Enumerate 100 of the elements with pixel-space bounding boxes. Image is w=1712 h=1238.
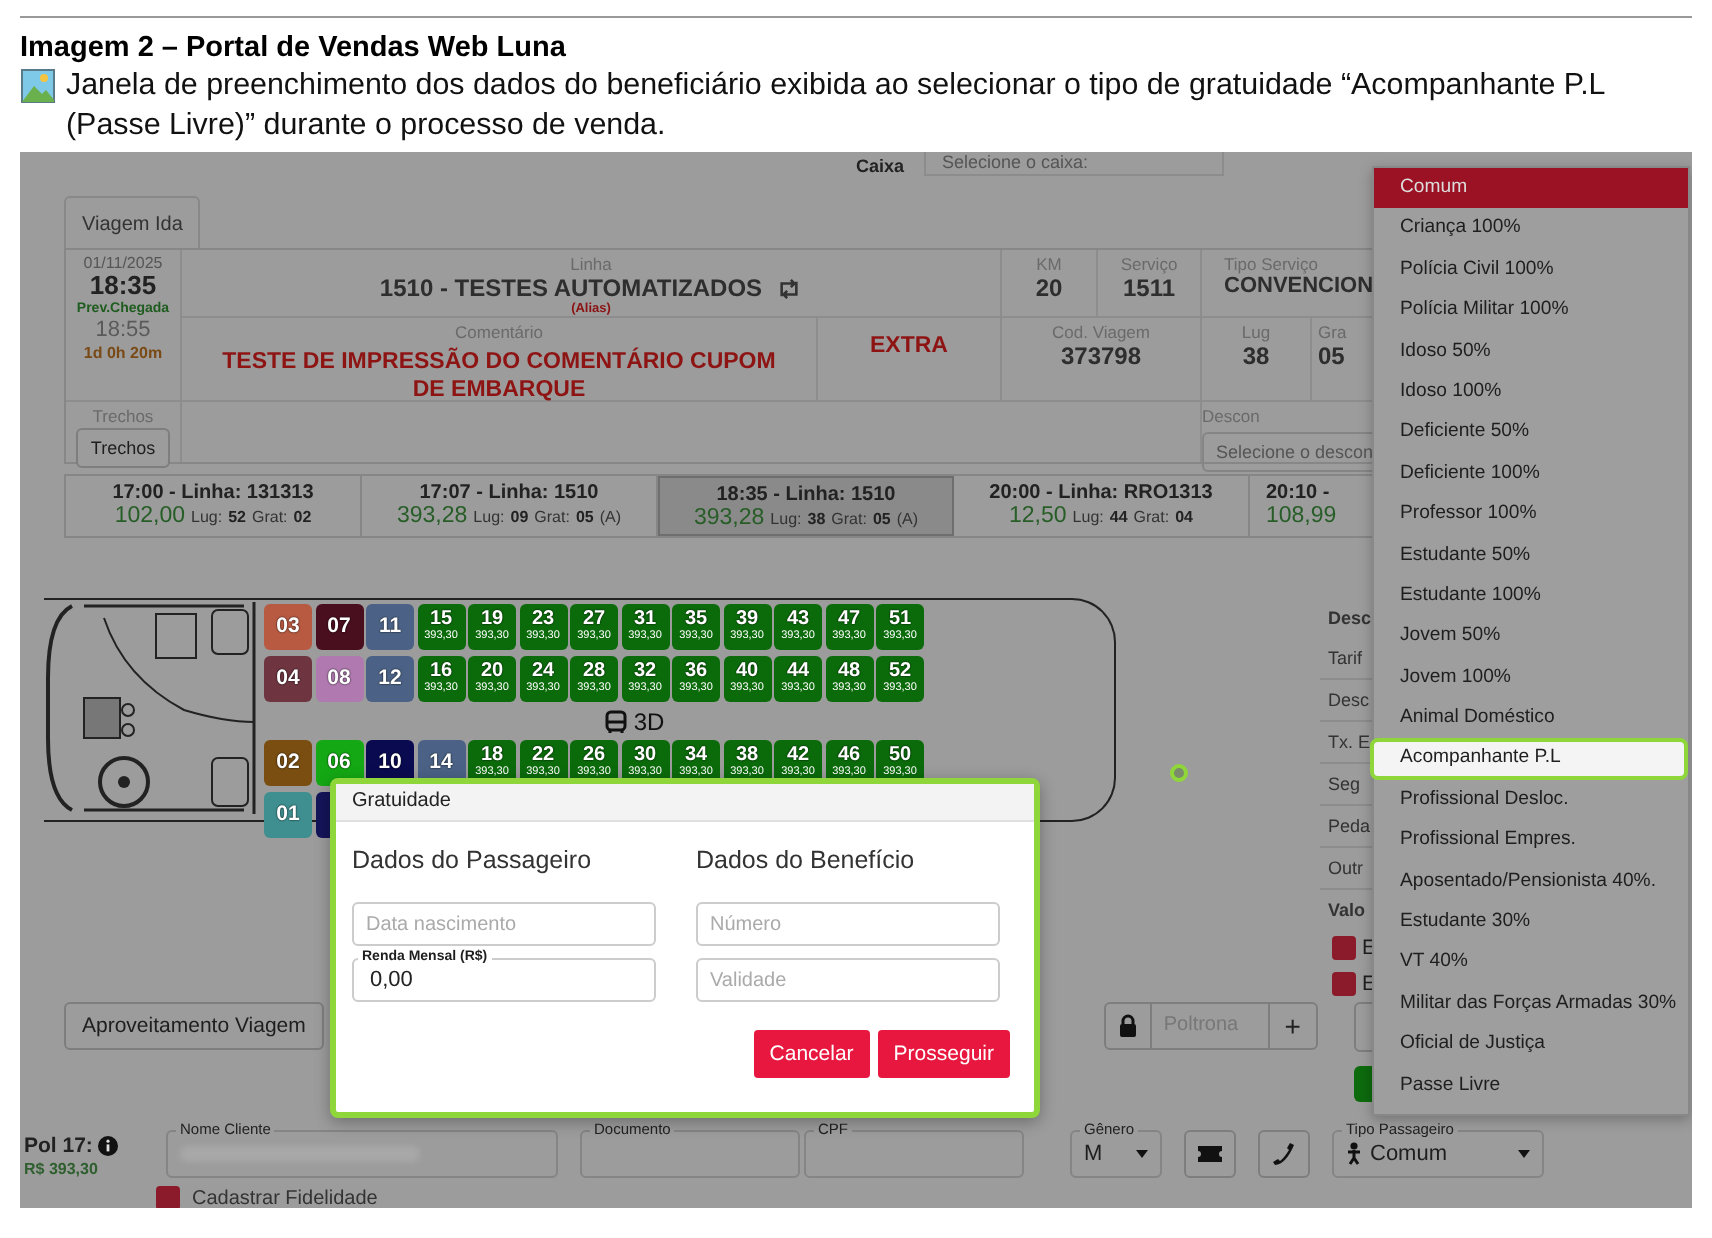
extra-label: EXTRA [868,334,950,362]
departure-card[interactable]: 18:35 - Linha: 1510 393,28 Lug: 38 Grat: 05 (A) [658,476,954,536]
menu-item[interactable]: VT 40% [1374,942,1688,984]
checkbox[interactable] [156,1186,180,1208]
deck-label[interactable]: 3D [633,707,665,735]
seat[interactable]: 11 [366,604,414,650]
menu-item[interactable]: Polícia Civil 100% [1374,249,1688,291]
menu-item[interactable]: Estudante 30% [1374,902,1688,943]
image-icon [20,68,56,104]
departure-title: 18:35 - Linha: 1510 [714,484,898,506]
swap-icon[interactable] [776,277,803,299]
info-icon[interactable] [98,1136,119,1156]
menu-item[interactable]: Jovem 50% [1374,616,1688,658]
validity-field[interactable]: Validade [696,958,1000,1002]
menu-item[interactable]: Oficial de Justiça [1374,1024,1688,1066]
cancel-button[interactable]: Cancelar [753,1030,870,1078]
bus-icon [603,709,628,733]
departure-title: 20:10 - [1266,482,1330,504]
figure-caption: Janela de preenchimento dos dados do beneficiário exibida ao selecionar o tipo de gratuidade “Acompanhante P.L (Passe Livre)” durante o processo de venda. [66,66,1607,146]
phone-icon [1272,1142,1296,1166]
lug-label: Lug: [770,510,802,528]
linha-value: 1510 - TESTES AUTOMATIZADOS [379,274,763,302]
servico-value: 1511 [1120,274,1178,302]
menu-item[interactable]: Profissional Empres. [1374,820,1688,862]
seat-price: R$ 393,30 [24,1160,100,1178]
trip-time: 18:35 [87,272,159,301]
birth-date-field[interactable]: Data nascimento [352,902,656,946]
proceed-button[interactable]: Prosseguir [877,1030,1010,1078]
seat[interactable]: 12 [366,656,414,702]
caret-icon [1136,1150,1148,1158]
phone-button[interactable] [1258,1130,1310,1178]
lug-count: 38 [807,510,826,528]
menu-item[interactable]: Professor 100% [1374,494,1688,536]
menu-item[interactable]: Polícia Militar 100% [1374,290,1688,332]
departure-card[interactable]: 17:00 - Linha: 131313 102,00 Lug: 52 Grat: 02 [66,476,362,536]
menu-item[interactable]: Estudante 50% [1374,535,1688,576]
departure-card[interactable]: 20:00 - Linha: RRO1313 12,50 Lug: 44 Grat: 04 [954,476,1250,536]
summary-label: Desc [1328,608,1372,628]
number-field[interactable]: Número [696,902,1000,946]
menu-item[interactable]: Aposentado/Pensionista 40%. [1374,861,1688,903]
seat[interactable]: 08 [315,656,363,702]
highlight-dot [1170,764,1188,782]
menu-item[interactable]: Criança 100% [1374,208,1688,250]
checkbox[interactable] [1332,936,1356,960]
menu-item[interactable]: Acompanhante P.L [1370,738,1688,780]
tipo-servico-value: CONVENCION [1224,274,1374,298]
summary-label: Outr [1328,858,1364,878]
trip-duration: 1d 0h 20m [81,343,165,362]
menu-item[interactable]: Deficiente 50% [1374,412,1688,454]
seat[interactable]: 04 [264,656,312,702]
menu-item[interactable]: Estudante 100% [1374,575,1688,617]
menu-item[interactable]: Profissional Desloc. [1374,779,1688,821]
departure-title: 20:00 - Linha: RRO1313 [987,482,1215,504]
menu-item[interactable]: Comum [1374,168,1688,209]
menu-item[interactable]: Idoso 100% [1374,371,1688,413]
lug-label: Lug: [1072,508,1104,526]
caret-icon [1518,1150,1530,1158]
lug-value: 38 [1240,342,1272,370]
seat[interactable]: 01 [264,792,312,838]
section-heading: Dados do Benefício [696,846,917,874]
grat-count: 02 [293,508,312,526]
caixa-label: Caixa [855,156,904,176]
menu-item[interactable]: Jovem 100% [1374,657,1688,699]
lug-label: Lug: [473,508,505,526]
lug-count: 09 [510,508,529,526]
fidelidade-label: Cadastrar Fidelidade [192,1187,378,1208]
menu-item[interactable]: Militar das Forças Armadas 30% [1374,983,1688,1025]
lug-label: Lug: [191,508,223,526]
person-icon [1346,1142,1362,1166]
departure-note: (A) [599,508,622,526]
menu-item[interactable]: Passe Livre [1374,1065,1688,1106]
departure-price: 102,00 [114,504,185,528]
trechos-button[interactable]: Trechos [76,428,170,468]
departure-price: 393,28 [693,506,765,530]
dialog-title: Gratuidade [336,784,1034,822]
aproveitamento-button[interactable]: Aproveitamento Viagem [64,1002,324,1050]
ticket-button[interactable] [1184,1130,1236,1178]
grat-label: Grat: [534,508,570,526]
checkbox[interactable] [1332,972,1356,996]
grat-count: 05 [575,508,594,526]
seat[interactable]: 07 [315,604,363,650]
arrival-time: 18:55 [93,318,153,344]
grat-count: 04 [1175,508,1193,526]
summary-label: Valo [1328,900,1366,920]
menu-item[interactable]: Idoso 50% [1374,331,1688,372]
departure-note: (A) [896,510,919,528]
summary-label: Desc [1328,690,1370,710]
summary-label: Seg [1328,774,1361,794]
grat-label: Grat: [1133,508,1170,526]
comentario-text: TESTE DE IMPRESSÃO DO COMENTÁRIO CUPOM DE EMBARQUE [220,345,778,406]
menu-item[interactable]: Deficiente 100% [1374,453,1688,495]
seat[interactable]: 02 [264,740,312,786]
trip-tab[interactable]: Viagem Ida [64,196,201,248]
figure-title: Imagem 2 – Portal de Vendas Web Luna [20,32,568,64]
departure-title: 17:07 - Linha: 1510 [417,482,601,504]
menu-item[interactable]: Animal Doméstico [1374,698,1688,739]
seat[interactable]: 03 [264,604,312,650]
grat-count: 05 [872,510,891,528]
summary-label: Peda [1328,816,1371,836]
departure-price: 12,50 [1009,504,1067,528]
